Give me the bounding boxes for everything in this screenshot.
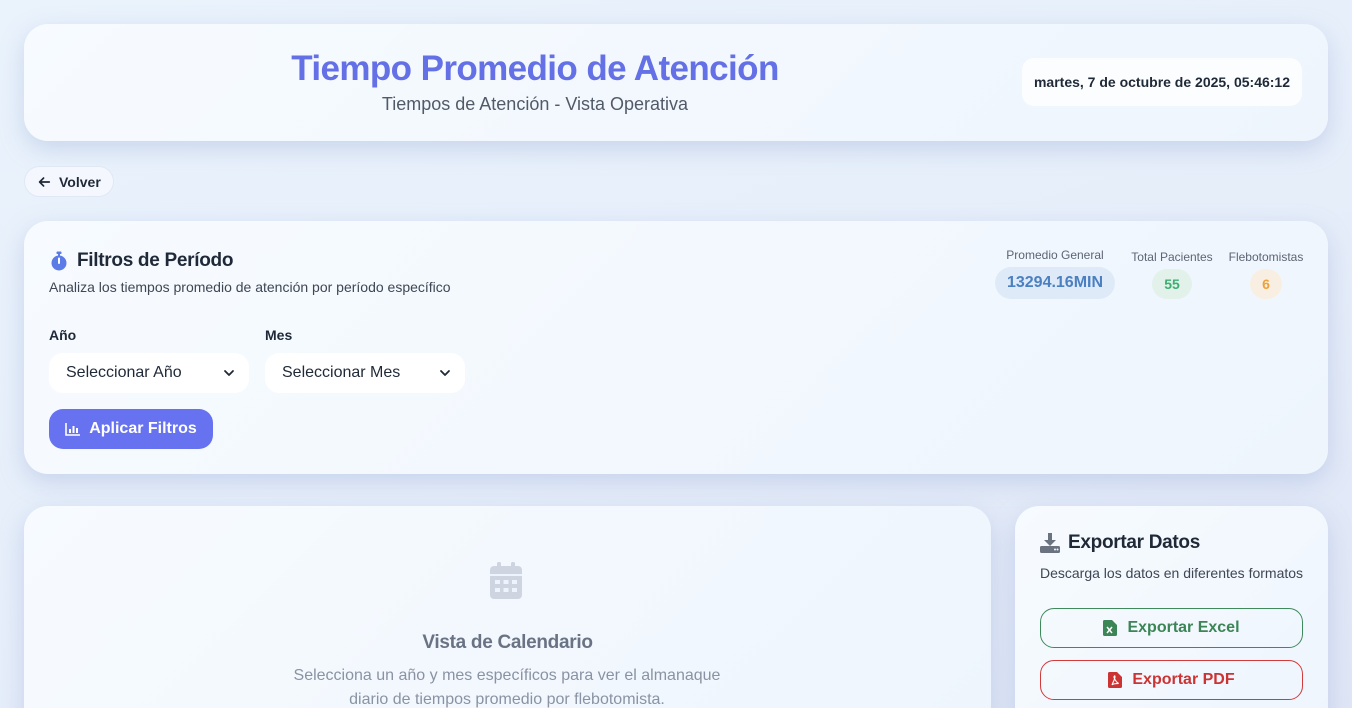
stat-flebo-label: Flebotomistas	[1228, 250, 1304, 264]
apply-filters-label: Aplicar Filtros	[89, 420, 197, 437]
stat-flebo-value: 6	[1250, 269, 1282, 299]
page-header: Tiempo Promedio de Atención Tiempos de A…	[24, 24, 1328, 141]
stat-patients-value: 55	[1152, 269, 1192, 299]
current-datetime: martes, 7 de octubre de 2025, 05:46:12	[1022, 58, 1302, 106]
back-button[interactable]: Volver	[24, 166, 114, 197]
month-label: Mes	[265, 327, 293, 343]
filters-heading: Filtros de Período	[49, 250, 233, 272]
chart-bar-icon	[65, 423, 81, 436]
stopwatch-icon	[51, 251, 67, 271]
stat-total-patients: Total Pacientes 55	[1128, 250, 1216, 299]
export-pdf-button[interactable]: Exportar PDF	[1040, 660, 1303, 700]
apply-filters-button[interactable]: Aplicar Filtros	[49, 409, 213, 449]
export-heading: Exportar Datos	[1040, 532, 1200, 554]
file-pdf-icon	[1108, 672, 1123, 688]
calendar-title: Vista de Calendario	[422, 632, 593, 653]
back-button-label: Volver	[59, 173, 101, 190]
download-icon	[1040, 533, 1060, 553]
filters-description: Analiza los tiempos promedio de atención…	[49, 279, 451, 295]
page-subtitle: Tiempos de Atención - Vista Operativa	[381, 94, 689, 114]
file-excel-icon	[1103, 620, 1118, 636]
month-select[interactable]: Seleccionar Mes	[265, 353, 465, 393]
stat-general-average: Promedio General 13294.16MIN	[994, 248, 1116, 299]
calendar-empty-text: Selecciona un año y mes específicos para…	[293, 667, 721, 708]
filters-title: Filtros de Período	[77, 250, 234, 271]
export-excel-button[interactable]: Exportar Excel	[1040, 608, 1303, 648]
stat-patients-label: Total Pacientes	[1131, 250, 1213, 264]
month-select-value: Seleccionar Mes	[282, 364, 401, 381]
arrow-left-icon	[38, 176, 51, 187]
calendar-icon	[490, 562, 522, 599]
export-pdf-label: Exportar PDF	[1132, 671, 1235, 688]
stat-general-label: Promedio General	[1006, 248, 1104, 262]
year-select[interactable]: Seleccionar Año	[49, 353, 249, 393]
export-panel: Exportar Datos Descarga los datos en dif…	[1015, 506, 1328, 708]
page-title: Tiempo Promedio de Atención	[291, 49, 779, 88]
calendar-panel: Vista de Calendario Selecciona un año y …	[24, 506, 991, 708]
chevron-down-icon	[440, 370, 450, 376]
stat-general-value: 13294.16MIN	[995, 267, 1115, 299]
filters-panel: Filtros de Período Analiza los tiempos p…	[24, 221, 1328, 474]
year-label: Año	[49, 327, 77, 343]
chevron-down-icon	[224, 370, 234, 376]
year-select-value: Seleccionar Año	[66, 364, 182, 381]
export-title: Exportar Datos	[1068, 532, 1201, 553]
export-description: Descarga los datos en diferentes formato…	[1040, 565, 1304, 581]
export-excel-label: Exportar Excel	[1127, 619, 1240, 636]
stat-phlebotomists: Flebotomistas 6	[1226, 250, 1306, 299]
